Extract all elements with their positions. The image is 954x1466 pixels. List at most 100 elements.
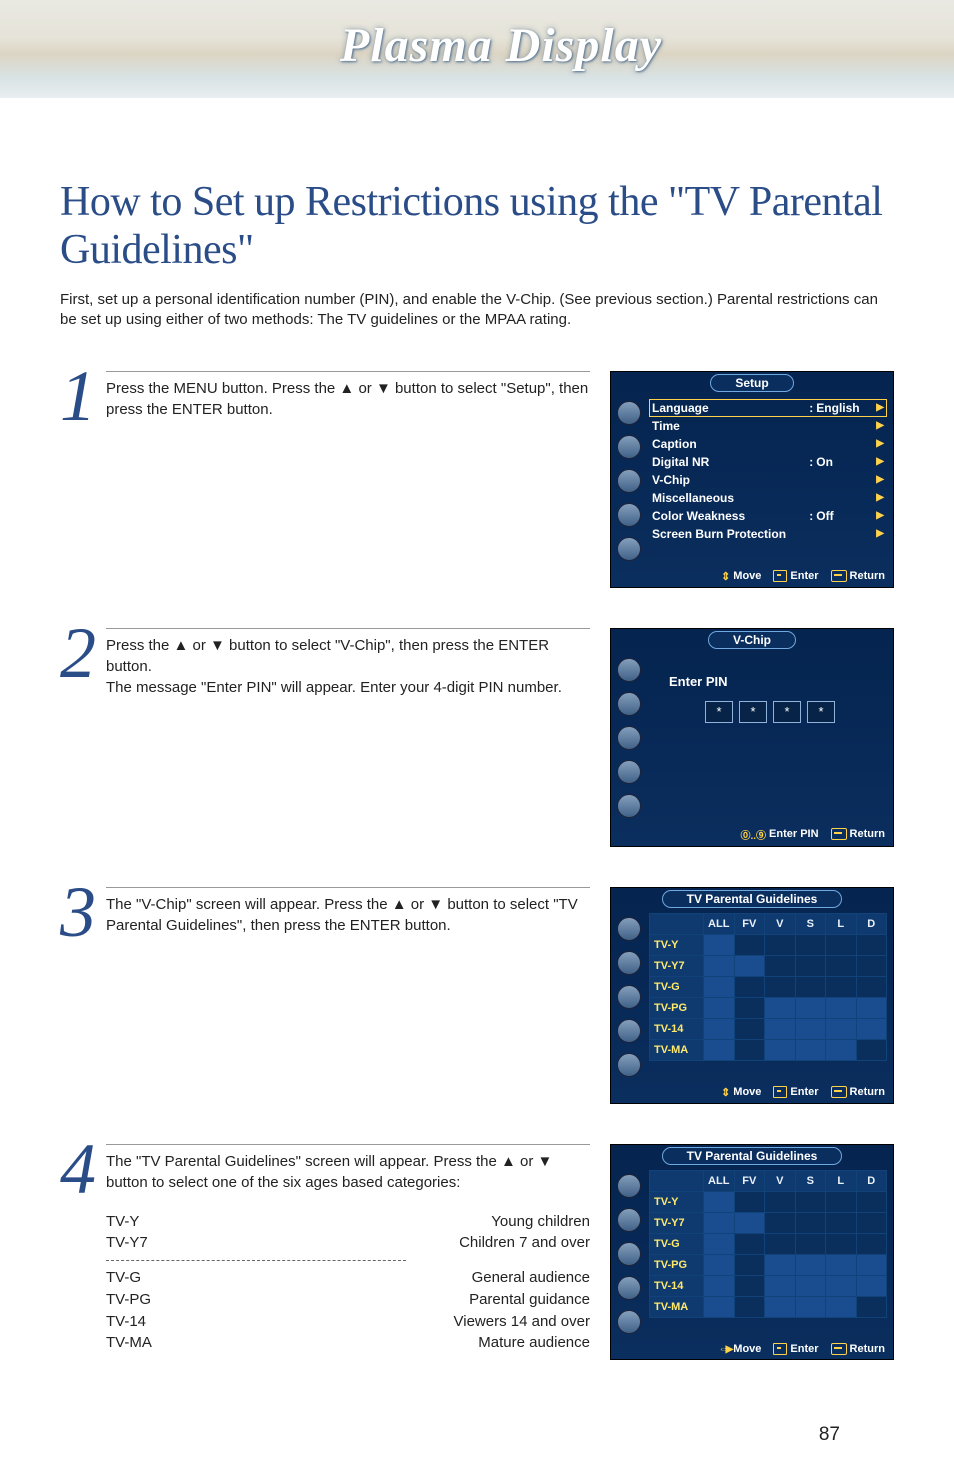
- step-text: Press the MENU button. Press the ▲ or ▼ …: [106, 371, 590, 420]
- grid-cell[interactable]: [765, 1254, 796, 1275]
- menu-item-vchip[interactable]: V-Chip ▶: [649, 471, 887, 489]
- osd-title: TV Parental Guidelines: [662, 1147, 843, 1165]
- grid-cell[interactable]: [704, 1233, 735, 1254]
- pin-digit[interactable]: *: [773, 701, 801, 723]
- menu-item-caption[interactable]: Caption ▶: [649, 435, 887, 453]
- menu-item-color-weakness[interactable]: Color Weakness : Off ▶: [649, 507, 887, 525]
- grid-row-label[interactable]: TV-14: [650, 1018, 704, 1039]
- setup-icon: [617, 503, 641, 527]
- osd-category-icons: [611, 652, 647, 824]
- grid-row-label[interactable]: TV-G: [650, 976, 704, 997]
- grid-cell[interactable]: [795, 1275, 826, 1296]
- menu-label: Caption: [652, 437, 806, 451]
- grid-col-header: L: [826, 1170, 857, 1191]
- grid-cell[interactable]: [765, 1275, 796, 1296]
- tvpg-grid-3[interactable]: ALLFVVSLDTV-YTV-Y7TV-GTV-PGTV-14TV-MA: [647, 911, 893, 1083]
- move-icon: [721, 1086, 730, 1099]
- grid-cell[interactable]: [704, 1018, 735, 1039]
- grid-row-label[interactable]: TV-PG: [650, 1254, 704, 1275]
- grid-cell: [734, 1191, 765, 1212]
- grid-cell: [795, 1233, 826, 1254]
- grid-cell[interactable]: [704, 1275, 735, 1296]
- grid-cell: [734, 997, 765, 1018]
- grid-cell[interactable]: [704, 1039, 735, 1060]
- menu-item-time[interactable]: Time ▶: [649, 417, 887, 435]
- grid-cell[interactable]: [826, 1018, 857, 1039]
- menu-item-screen-burn[interactable]: Screen Burn Protection ▶: [649, 525, 887, 543]
- pin-digit[interactable]: *: [705, 701, 733, 723]
- menu-label: Miscellaneous: [652, 491, 806, 505]
- grid-cell[interactable]: [765, 1039, 796, 1060]
- grid-cell[interactable]: [704, 1254, 735, 1275]
- grid-cell[interactable]: [856, 997, 887, 1018]
- grid-cell[interactable]: [704, 955, 735, 976]
- grid-cell: [795, 955, 826, 976]
- grid-cell: [826, 1212, 857, 1233]
- grid-cell[interactable]: [826, 1254, 857, 1275]
- grid-cell[interactable]: [856, 1275, 887, 1296]
- grid-cell[interactable]: [856, 1254, 887, 1275]
- pin-digit[interactable]: *: [739, 701, 767, 723]
- tvpg-grid-4[interactable]: ALLFVVSLDTV-YTV-Y7TV-GTV-PGTV-14TV-MA: [647, 1168, 893, 1340]
- grid-cell[interactable]: [704, 1191, 735, 1212]
- grid-cell[interactable]: [704, 976, 735, 997]
- grid-cell[interactable]: [704, 1296, 735, 1317]
- step-2: 2 Press the ▲ or ▼ button to select "V-C…: [60, 628, 894, 847]
- grid-row-label[interactable]: TV-Y7: [650, 1212, 704, 1233]
- step-text: The "TV Parental Guidelines" screen will…: [106, 1144, 590, 1355]
- hint-return: Return: [831, 827, 885, 842]
- grid-col-header: L: [826, 913, 857, 934]
- grid-cell: [795, 976, 826, 997]
- step-text: The "V-Chip" screen will appear. Press t…: [106, 887, 590, 936]
- step-text: Press the ▲ or ▼ button to select "V-Chi…: [106, 628, 590, 698]
- osd-vchip-pin: V-Chip Enter PIN *: [610, 628, 894, 847]
- grid-cell[interactable]: [795, 997, 826, 1018]
- grid-col-header: S: [795, 1170, 826, 1191]
- grid-cell[interactable]: [826, 1039, 857, 1060]
- grid-cell[interactable]: [765, 997, 796, 1018]
- grid-col-header: D: [856, 913, 887, 934]
- grid-cell[interactable]: [734, 955, 765, 976]
- grid-row-label[interactable]: TV-14: [650, 1275, 704, 1296]
- setup-icon: [617, 1276, 641, 1300]
- grid-col-header: D: [856, 1170, 887, 1191]
- grid-cell: [765, 955, 796, 976]
- grid-cell[interactable]: [826, 997, 857, 1018]
- grid-cell[interactable]: [826, 1275, 857, 1296]
- grid-cell[interactable]: [795, 1296, 826, 1317]
- grid-cell[interactable]: [826, 1296, 857, 1317]
- grid-cell[interactable]: [704, 934, 735, 955]
- grid-row-label[interactable]: TV-G: [650, 1233, 704, 1254]
- grid-cell[interactable]: [765, 1296, 796, 1317]
- pin-input[interactable]: * * * *: [657, 701, 883, 723]
- grid-row-label[interactable]: TV-PG: [650, 997, 704, 1018]
- menu-item-digital-nr[interactable]: Digital NR : On ▶: [649, 453, 887, 471]
- input-icon: [617, 1310, 641, 1334]
- chevron-right-icon: ▶: [876, 438, 884, 449]
- grid-cell[interactable]: [704, 997, 735, 1018]
- menu-item-misc[interactable]: Miscellaneous ▶: [649, 489, 887, 507]
- grid-row-label[interactable]: TV-MA: [650, 1039, 704, 1060]
- grid-row-label[interactable]: TV-MA: [650, 1296, 704, 1317]
- picture-icon: [617, 658, 641, 682]
- grid-row-label[interactable]: TV-Y7: [650, 955, 704, 976]
- setup-icon: [617, 1019, 641, 1043]
- input-icon: [617, 794, 641, 818]
- grid-cell[interactable]: [795, 1018, 826, 1039]
- grid-cell[interactable]: [765, 1018, 796, 1039]
- grid-cell: [826, 1233, 857, 1254]
- grid-row-label[interactable]: TV-Y: [650, 934, 704, 955]
- grid-cell: [856, 934, 887, 955]
- grid-cell[interactable]: [795, 1254, 826, 1275]
- channel-icon: [617, 469, 641, 493]
- osd-category-icons: [611, 911, 647, 1083]
- grid-cell[interactable]: [734, 1212, 765, 1233]
- grid-row-label[interactable]: TV-Y: [650, 1191, 704, 1212]
- pin-digit[interactable]: *: [807, 701, 835, 723]
- grid-cell: [826, 934, 857, 955]
- grid-cell[interactable]: [795, 1039, 826, 1060]
- enter-icon: [773, 1086, 787, 1098]
- grid-cell[interactable]: [856, 1018, 887, 1039]
- menu-item-language[interactable]: Language : English ▶: [649, 399, 887, 417]
- grid-cell[interactable]: [704, 1212, 735, 1233]
